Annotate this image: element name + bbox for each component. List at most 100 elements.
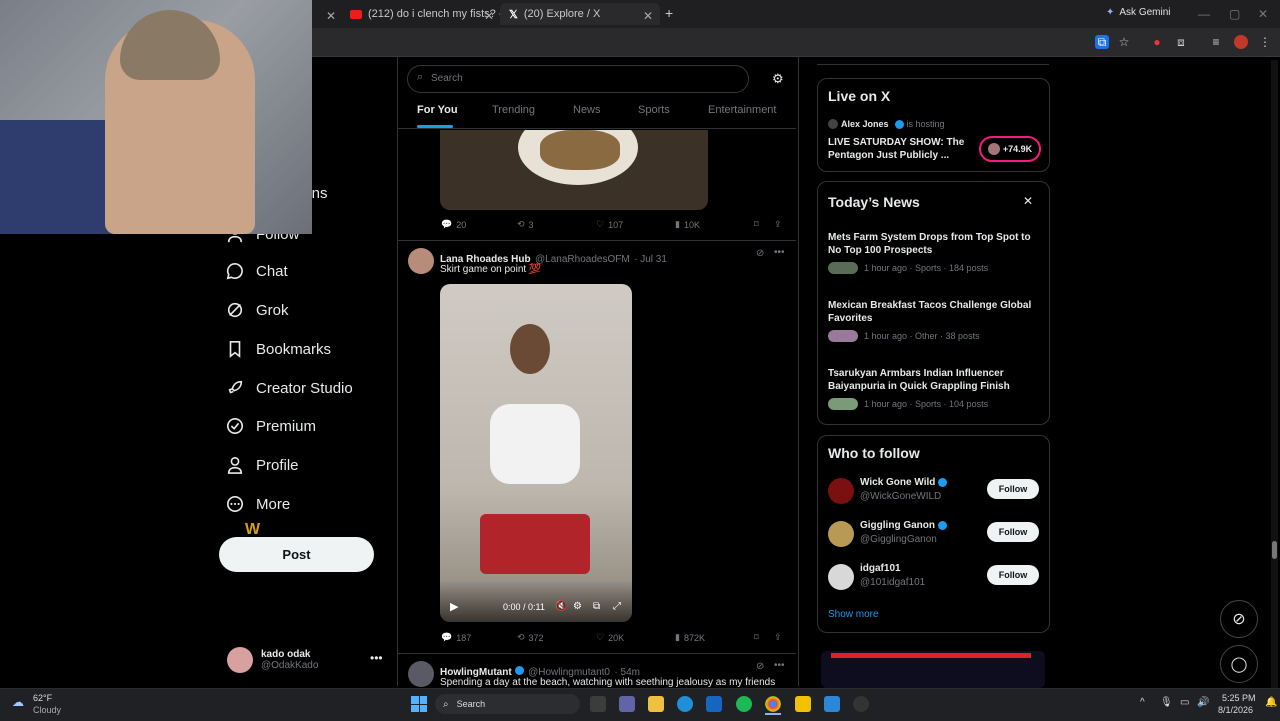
show-more-link[interactable]: Show more [828,609,879,620]
nav-item-grok[interactable]: Grok [226,295,289,325]
close-icon[interactable]: ✕ [1023,194,1033,208]
tweet-media-image[interactable] [440,130,708,210]
video-progress-track[interactable] [446,584,626,586]
news-item[interactable]: Mets Farm System Drops from Top Spot to … [828,231,1038,274]
fullscreen-icon[interactable]: ⤢ [613,601,621,612]
tab-explore-x[interactable]: 𝕏 (20) Explore / X [509,4,600,24]
weather-desc[interactable]: Cloudy [33,705,61,715]
share-icon[interactable]: ⇪ [774,219,782,230]
tweet-video[interactable]: ▶ 0:00 / 0:11 🔇 ⚙ ⧉ ⤢ [440,284,632,622]
reply-button[interactable]: 💬 20 [441,219,466,230]
edge-icon[interactable] [677,696,693,712]
live-listeners-button[interactable]: +74.9K [979,136,1041,162]
bookmark-star-icon[interactable]: ☆ [1117,35,1131,49]
like-button[interactable]: ♡ 107 [596,219,623,230]
nav-item-premium[interactable]: Premium [226,411,316,441]
volume-icon[interactable]: 🔊 [1197,697,1209,708]
network-icon[interactable]: ▭ [1180,697,1189,708]
settings-gear-icon[interactable]: ⚙ [772,71,784,87]
bookmark-tweet-icon[interactable]: ⌑ [754,632,759,643]
like-button[interactable]: ♡ 20K [596,632,624,643]
minimize-icon[interactable]: — [1198,7,1210,21]
task-view-icon[interactable] [590,696,606,712]
ask-gemini-button[interactable]: ✦ Ask Gemini [1106,7,1171,18]
nav-item-chat[interactable]: Chat [226,256,288,286]
notifications-bell-icon[interactable]: 🔔 [1265,697,1277,708]
tab-close-icon[interactable]: ✕ [326,7,336,25]
tab-for-you[interactable]: For You [417,104,458,116]
repost-button[interactable]: ⟲ 372 [517,632,544,643]
avatar[interactable] [408,661,434,687]
taskbar-date[interactable]: 8/1/2026 [1218,705,1253,715]
windows-start-icon[interactable] [411,696,427,712]
mute-icon[interactable]: 🔇 [555,601,567,612]
follow-suggestion[interactable]: idgaf101 @101idgaf101 Follow [828,562,1040,592]
scrollbar-track[interactable] [1271,60,1278,688]
weather-temp[interactable]: 62°F [33,693,52,703]
media-control-icon[interactable]: ≡ [1209,35,1223,49]
promo-banner[interactable] [821,651,1045,688]
live-show-title[interactable]: LIVE SATURDAY SHOW: The Pentagon Just Pu… [828,136,968,162]
taskbar-time[interactable]: 5:25 PM [1222,693,1256,703]
follow-suggestion[interactable]: Giggling Ganon @GigglingGanon Follow [828,519,1040,549]
tab-news[interactable]: News [573,104,601,116]
kebab-menu-icon[interactable]: ⋮ [1258,35,1272,49]
account-more-icon[interactable]: ••• [370,651,383,665]
messages-fab-icon[interactable]: ◯ [1220,645,1258,683]
microphone-icon[interactable]: 🎙 [1160,697,1173,708]
scrollbar-thumb[interactable] [1272,541,1277,559]
nav-item-more[interactable]: More [226,489,290,519]
screen-share-icon[interactable]: ⧉ [1095,35,1109,49]
play-icon[interactable]: ▶ [450,600,458,613]
tab-close-icon[interactable]: ✕ [484,7,494,25]
video-settings-icon[interactable]: ⚙ [573,601,582,612]
search-input[interactable]: ⌕ Search [407,65,749,93]
chrome-icon[interactable] [765,696,781,712]
share-icon[interactable]: ⇪ [774,632,782,643]
tweet-more-icon[interactable]: ••• [774,247,785,258]
teams-icon[interactable] [619,696,635,712]
tab-sports[interactable]: Sports [638,104,670,116]
views-button[interactable]: ▮ 10K [675,219,700,230]
reply-button[interactable]: 💬 187 [441,632,471,643]
follow-button[interactable]: Follow [987,565,1039,585]
profile-avatar-icon[interactable] [1234,35,1248,49]
grok-fab-icon[interactable]: ⊘ [1220,600,1258,638]
tab-close-icon[interactable]: ✕ [643,7,653,25]
maximize-icon[interactable]: ▢ [1229,7,1240,21]
tweet-date[interactable]: · Jul 31 [634,254,667,265]
nav-item-creator-studio[interactable]: Creator Studio [226,373,353,403]
repost-button[interactable]: ⟲ 3 [517,219,534,230]
obs-icon[interactable] [853,696,869,712]
follow-button[interactable]: Follow [987,479,1039,499]
follow-suggestion[interactable]: Wick Gone Wild @WickGoneWILD Follow [828,476,1040,506]
taskbar-search[interactable]: ⌕ Search [435,694,580,714]
avatar[interactable] [408,248,434,274]
grok-explain-icon[interactable]: ⊘ [756,248,764,259]
tweet-more-icon[interactable]: ••• [774,660,785,671]
news-item[interactable]: Tsarukyan Armbars Indian Influencer Baiy… [828,367,1038,410]
bookmark-tweet-icon[interactable]: ⌑ [754,219,759,230]
photos-app-icon[interactable] [824,696,840,712]
file-explorer-icon[interactable] [648,696,664,712]
store-icon[interactable] [706,696,722,712]
extension-record-icon[interactable]: ● [1150,35,1164,49]
follow-button[interactable]: Follow [987,522,1039,542]
account-switcher[interactable]: kado odak @OdakKado [227,643,387,677]
nav-item-bookmarks[interactable]: Bookmarks [226,334,331,364]
grok-explain-icon[interactable]: ⊘ [756,661,764,672]
pip-icon[interactable]: ⧉ [593,601,600,612]
tweet-author-handle[interactable]: @LanaRhoadesOFM [535,254,630,265]
live-host[interactable]: Alex Jones is hosting [828,119,945,129]
new-tab-icon[interactable]: + [665,5,673,21]
spotify-icon[interactable] [736,696,752,712]
tray-overflow-icon[interactable]: ^ [1140,697,1145,708]
close-window-icon[interactable]: ✕ [1258,7,1268,21]
notes-app-icon[interactable] [795,696,811,712]
post-button[interactable]: Post [219,537,374,572]
extensions-puzzle-icon[interactable]: ⧈ [1174,35,1188,49]
views-button[interactable]: ▮ 872K [675,632,705,643]
news-item[interactable]: Mexican Breakfast Tacos Challenge Global… [828,299,1038,342]
tab-entertainment[interactable]: Entertainment [708,104,776,116]
tab-trending[interactable]: Trending [492,104,535,116]
